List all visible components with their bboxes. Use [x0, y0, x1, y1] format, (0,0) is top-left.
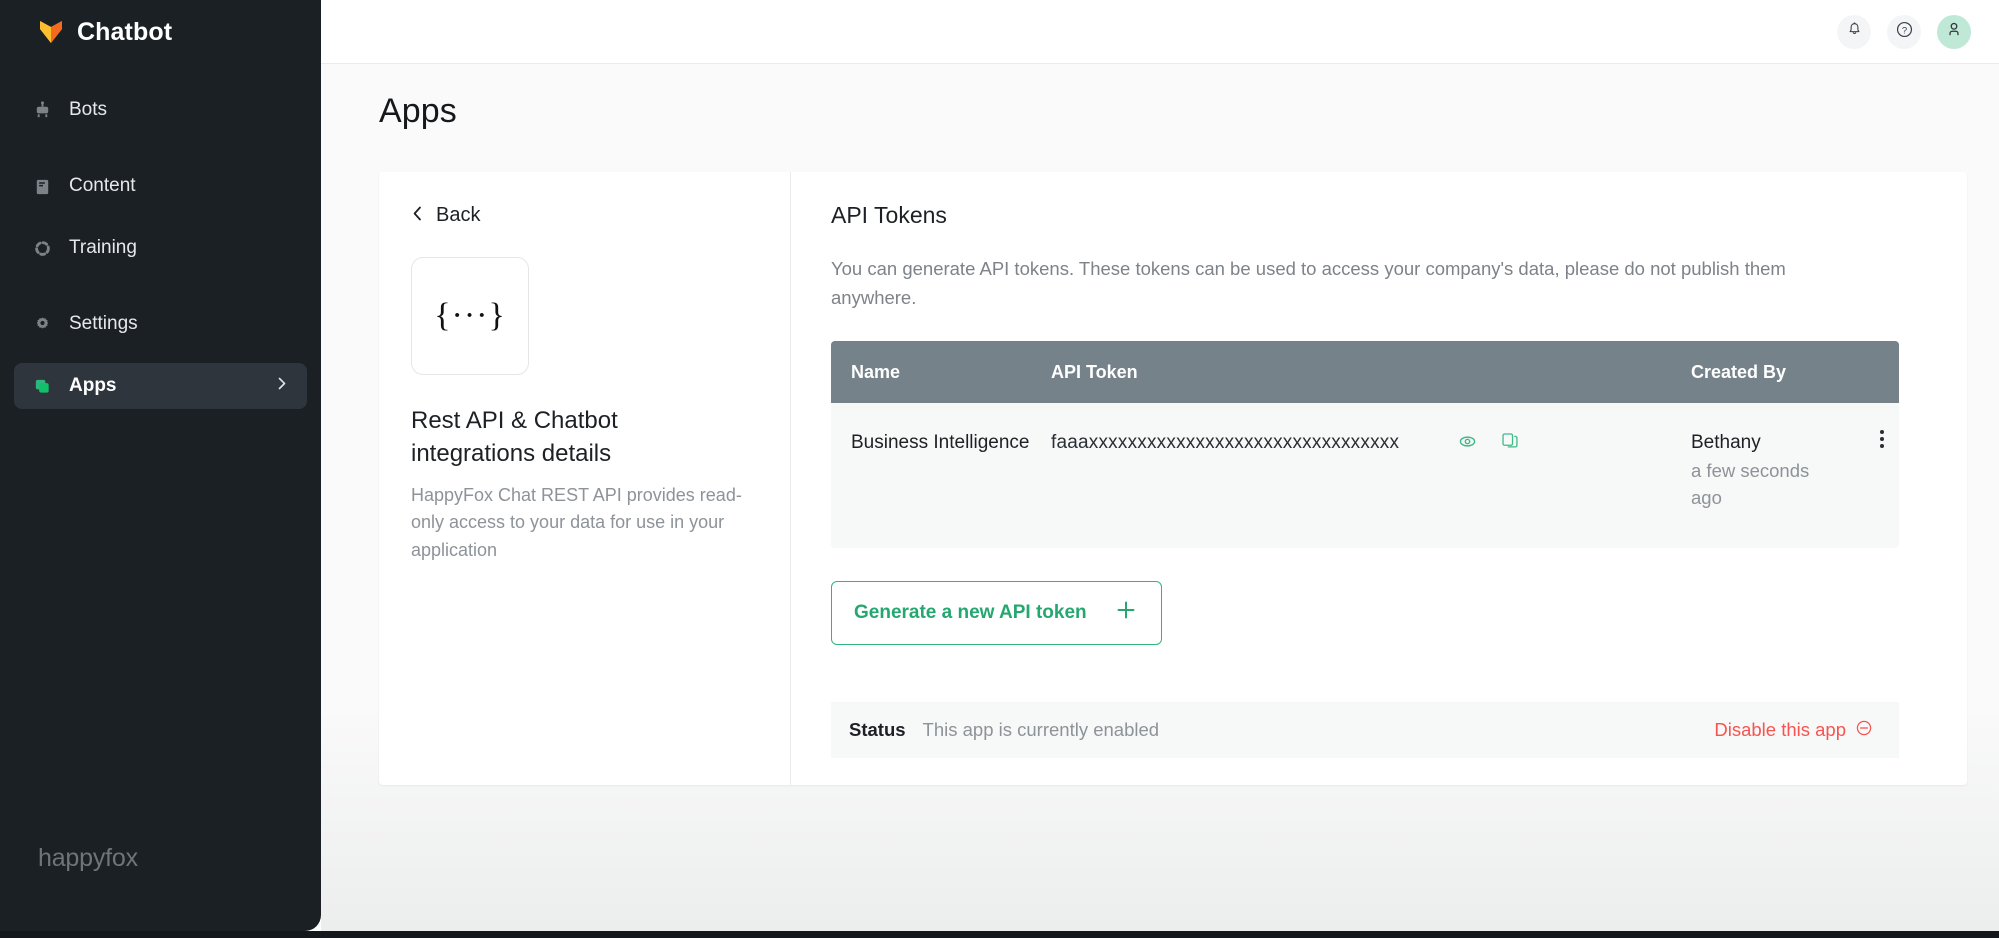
- app-detail-card: Back {···} Rest API & Chatbot integratio…: [379, 172, 1967, 785]
- chevron-right-icon: [276, 376, 289, 396]
- app-root: Chatbot Bots Content Training Settings A…: [0, 0, 1999, 938]
- app-title: Rest API & Chatbot integrations details: [411, 407, 618, 467]
- table-body: Business Intelligence faaaxxxxxxxxxxxxxx…: [831, 403, 1899, 549]
- column-header-name: Name: [831, 341, 1051, 404]
- topbar: ?: [321, 0, 1999, 64]
- sidebar-footer-logo: happyfox: [38, 844, 138, 873]
- cell-token-name: Business Intelligence: [831, 403, 1051, 549]
- app-detail-pane: Back {···} Rest API & Chatbot integratio…: [379, 172, 791, 785]
- sidebar-nav: Bots Content Training Settings Apps: [0, 87, 321, 409]
- disable-app-label: Disable this app: [1714, 719, 1846, 741]
- sidebar: Chatbot Bots Content Training Settings A…: [0, 0, 321, 931]
- sidebar-item-settings[interactable]: Settings: [14, 301, 307, 347]
- section-description: You can generate API tokens. These token…: [831, 258, 1786, 308]
- svg-text:?: ?: [1901, 25, 1906, 36]
- table-row: Business Intelligence faaaxxxxxxxxxxxxxx…: [831, 403, 1899, 549]
- sidebar-item-label: Bots: [69, 99, 108, 120]
- generate-api-token-label: Generate a new API token: [854, 602, 1087, 624]
- plus-icon: [1115, 599, 1137, 627]
- apps-stack-icon: [32, 376, 52, 396]
- token-value: faaaxxxxxxxxxxxxxxxxxxxxxxxxxxxxxxxx: [1051, 432, 1400, 454]
- column-header-api-token: API Token: [1051, 341, 1691, 404]
- app-status-bar: Status This app is currently enabled Dis…: [831, 702, 1899, 759]
- app-description: HappyFox Chat REST API provides read-onl…: [411, 484, 742, 560]
- sidebar-footer-label: happyfox: [38, 844, 138, 872]
- page-title: Apps: [379, 92, 457, 130]
- api-tokens-pane: API Tokens You can generate API tokens. …: [791, 172, 1967, 785]
- sidebar-item-bots[interactable]: Bots: [14, 87, 307, 133]
- account-button[interactable]: [1937, 14, 1971, 49]
- sidebar-item-apps[interactable]: Apps: [14, 363, 307, 409]
- sidebar-item-label: Content: [69, 175, 136, 196]
- bottom-edge-strip: [0, 931, 1999, 938]
- notifications-button[interactable]: [1837, 14, 1871, 49]
- kebab-menu-icon[interactable]: [1879, 429, 1885, 459]
- cell-api-token: faaaxxxxxxxxxxxxxxxxxxxxxxxxxxxxxxxx: [1051, 403, 1691, 549]
- status-label: Status: [849, 719, 906, 741]
- code-braces-icon: {···}: [434, 297, 506, 334]
- minus-circle-icon: [1855, 719, 1873, 742]
- copy-icon[interactable]: [1500, 431, 1519, 460]
- sidebar-item-training[interactable]: Training: [14, 225, 307, 271]
- gear-icon: [32, 314, 52, 334]
- sidebar-item-label: Training: [69, 237, 137, 258]
- book-icon: [32, 176, 52, 196]
- happyfox-fox-logo-icon: [40, 21, 62, 43]
- nav-gap: [14, 149, 307, 163]
- created-by-time: a few seconds ago: [1691, 459, 1810, 509]
- cell-created-by: Bethany a few seconds ago: [1691, 403, 1899, 549]
- bell-icon: [1846, 21, 1863, 43]
- brand-name: Chatbot: [77, 17, 173, 46]
- robot-icon: [32, 100, 52, 120]
- created-by-name: Bethany: [1691, 432, 1761, 454]
- status-value: This app is currently enabled: [922, 719, 1160, 741]
- generate-api-token-button[interactable]: Generate a new API token: [831, 581, 1162, 646]
- question-circle-icon: ?: [1895, 20, 1914, 44]
- brand: Chatbot: [0, 0, 321, 64]
- nav-gap: [14, 287, 307, 301]
- section-title: API Tokens: [831, 202, 947, 228]
- sidebar-item-content[interactable]: Content: [14, 163, 307, 209]
- column-header-created-by: Created By: [1691, 341, 1899, 404]
- table-header: Name API Token Created By: [831, 341, 1899, 404]
- help-button[interactable]: ?: [1887, 14, 1921, 49]
- chevron-left-icon: [411, 205, 424, 227]
- user-avatar-icon: [1945, 20, 1963, 43]
- main-content: Apps Back {···} Rest API & Chatbot integ…: [321, 64, 1999, 931]
- back-button[interactable]: Back: [411, 204, 746, 227]
- token-actions: [1457, 429, 1519, 460]
- disable-app-button[interactable]: Disable this app: [1714, 719, 1873, 742]
- back-label: Back: [436, 204, 481, 226]
- sidebar-item-label: Settings: [69, 313, 138, 334]
- sidebar-item-label: Apps: [69, 375, 117, 396]
- api-tokens-table: Name API Token Created By Business Intel…: [831, 341, 1899, 549]
- app-icon-tile: {···}: [411, 257, 529, 375]
- dotted-circle-icon: [32, 238, 52, 258]
- eye-icon[interactable]: [1457, 431, 1478, 460]
- table-header-row: Name API Token Created By: [831, 341, 1899, 404]
